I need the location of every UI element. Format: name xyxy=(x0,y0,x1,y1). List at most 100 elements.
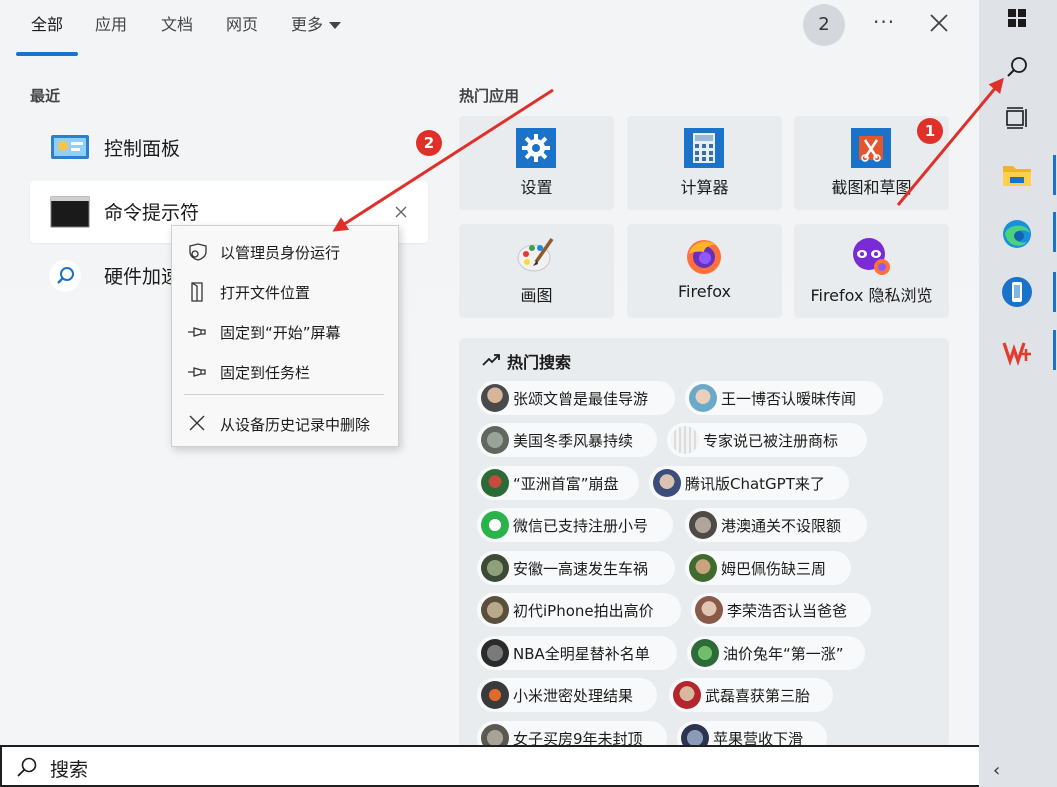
menu-item-open-file-location[interactable]: 打开文件位置 xyxy=(172,274,398,310)
hot-search-item[interactable]: 姆巴佩伤缺三周 xyxy=(685,551,851,585)
trending-icon xyxy=(482,354,500,366)
chevron-down-icon xyxy=(329,22,342,29)
taskbar: ‹ xyxy=(979,0,1057,787)
hot-search-label: 小米泄密处理结果 xyxy=(513,687,634,705)
search-icon xyxy=(49,260,81,292)
hot-search-item[interactable]: NBA全明星替补名单 xyxy=(477,636,677,670)
active-tab-indicator xyxy=(16,52,78,56)
avatar xyxy=(689,384,717,412)
app-tile-label: Firefox xyxy=(678,282,731,301)
hot-search-item[interactable]: 专家说已被注册商标 xyxy=(667,423,867,457)
task-view-icon[interactable] xyxy=(999,100,1035,136)
menu-item-pin-to-start[interactable]: 固定到“开始”屏幕 xyxy=(172,314,398,350)
scope-tabs: 全部 应用 文档 网页 更多 2 ··· xyxy=(0,0,979,56)
recent-heading: 最近 xyxy=(30,87,61,105)
app-tile-label: 计算器 xyxy=(680,178,729,197)
hot-search-item[interactable]: 苹果营收下滑 xyxy=(677,721,827,748)
app-tile-label: 设置 xyxy=(520,178,553,197)
remove-icon[interactable] xyxy=(392,203,410,221)
avatar xyxy=(481,554,509,582)
avatar xyxy=(695,596,723,624)
tab-documents[interactable]: 文档 xyxy=(161,12,193,38)
recent-item-label: 控制面板 xyxy=(104,138,181,160)
app-tile-firefox[interactable]: Firefox xyxy=(627,224,782,318)
search-input[interactable]: 搜索 xyxy=(50,755,88,782)
hot-search-item[interactable]: 王一博否认暧昧传闻 xyxy=(685,381,883,415)
menu-item-remove-from-history[interactable]: 从设备历史记录中删除 xyxy=(172,406,398,442)
phone-link-icon[interactable] xyxy=(999,274,1035,310)
app-tile-paint[interactable]: 画图 xyxy=(459,224,614,318)
annotation-marker-1: 1 xyxy=(917,118,943,144)
avatar xyxy=(689,554,717,582)
menu-item-label: 固定到任务栏 xyxy=(220,364,311,382)
hot-search-item[interactable]: 武磊喜获第三胎 xyxy=(669,678,833,712)
menu-item-label: 固定到“开始”屏幕 xyxy=(220,324,341,342)
hot-search-item[interactable]: 张颂文曾是最佳导游 xyxy=(477,381,675,415)
running-indicator xyxy=(1053,155,1056,195)
chevron-left-icon[interactable]: ‹ xyxy=(993,760,1000,781)
hot-search-label: 初代iPhone拍出高价 xyxy=(513,602,654,620)
wps-icon[interactable] xyxy=(999,334,1035,370)
app-tile-calculator[interactable]: 计算器 xyxy=(627,116,782,210)
firefox-icon xyxy=(687,240,721,274)
hot-search-label: 美国冬季风暴持续 xyxy=(513,432,634,450)
paint-icon xyxy=(517,238,554,272)
avatar xyxy=(689,511,717,539)
hot-search-label: 李荣浩否认当爸爸 xyxy=(727,602,848,620)
avatar xyxy=(481,639,509,667)
menu-item-pin-to-taskbar[interactable]: 固定到任务栏 xyxy=(172,354,398,390)
tab-all[interactable]: 全部 xyxy=(31,12,63,38)
avatar xyxy=(481,469,509,497)
edge-icon[interactable] xyxy=(999,216,1035,252)
hot-search-item[interactable]: 港澳通关不设限额 xyxy=(685,508,867,542)
hot-search-item[interactable]: 微信已支持注册小号 xyxy=(477,508,673,542)
recent-item-label: 命令提示符 xyxy=(104,202,200,224)
hot-search-label: 腾讯版ChatGPT来了 xyxy=(685,475,825,493)
recent-item-control-panel[interactable]: 控制面板 xyxy=(30,117,428,179)
hot-search-item[interactable]: “亚洲首富”崩盘 xyxy=(477,466,639,500)
hot-search-item[interactable]: 油价兔年“第一涨” xyxy=(687,636,865,670)
file-explorer-icon[interactable] xyxy=(999,157,1035,193)
more-options-icon[interactable]: ··· xyxy=(873,10,895,34)
menu-separator xyxy=(184,394,384,395)
tab-more[interactable]: 更多 xyxy=(291,12,342,38)
close-icon[interactable] xyxy=(926,10,952,36)
hot-search-item[interactable]: 初代iPhone拍出高价 xyxy=(477,593,681,627)
avatar xyxy=(481,681,509,709)
app-tile-settings[interactable]: 设置 xyxy=(459,116,614,210)
calculator-icon xyxy=(684,128,724,168)
snip-sketch-icon xyxy=(851,128,891,168)
menu-item-run-as-admin[interactable]: 以管理员身份运行 xyxy=(172,234,398,270)
hot-search-label: 港澳通关不设限额 xyxy=(721,517,842,535)
gear-icon xyxy=(516,128,556,168)
avatar xyxy=(691,639,719,667)
avatar xyxy=(673,681,701,709)
avatar xyxy=(481,384,509,412)
hot-search-label: 油价兔年“第一涨” xyxy=(723,645,844,663)
hot-search-item[interactable]: 美国冬季风暴持续 xyxy=(477,423,657,457)
tab-apps[interactable]: 应用 xyxy=(95,12,127,38)
search-bar[interactable]: 搜索 xyxy=(0,745,979,787)
hot-search-item[interactable]: 小米泄密处理结果 xyxy=(477,678,657,712)
hot-search-item[interactable]: 安徽一高速发生车祸 xyxy=(477,551,675,585)
menu-item-label: 以管理员身份运行 xyxy=(220,244,341,262)
avatar xyxy=(481,596,509,624)
hot-search-item[interactable]: 李荣浩否认当爸爸 xyxy=(691,593,871,627)
hot-search-label: 安徽一高速发生车祸 xyxy=(513,560,649,578)
windows-logo-icon[interactable] xyxy=(999,0,1035,36)
app-tile-firefox-private[interactable]: Firefox 隐私浏览 xyxy=(794,224,949,318)
hot-search-item[interactable]: 腾讯版ChatGPT来了 xyxy=(649,466,849,500)
menu-item-label: 打开文件位置 xyxy=(220,284,311,302)
hot-search-label: 武磊喜获第三胎 xyxy=(705,687,811,705)
search-panel: 全部 应用 文档 网页 更多 2 ··· 最近 控制面板 命令提示符 硬件加速 … xyxy=(0,0,979,787)
tab-more-label: 更多 xyxy=(291,15,324,34)
tab-web[interactable]: 网页 xyxy=(226,12,258,38)
account-badge[interactable]: 2 xyxy=(803,4,845,46)
control-panel-icon xyxy=(51,135,89,159)
hot-search-label: 王一博否认暧昧传闻 xyxy=(721,390,857,408)
close-icon xyxy=(189,415,205,431)
search-icon[interactable] xyxy=(999,50,1035,86)
hot-search-item[interactable]: 女子买房9年未封顶 xyxy=(477,721,667,748)
top-apps-heading: 热门应用 xyxy=(459,87,520,105)
hot-search-label: NBA全明星替补名单 xyxy=(513,645,650,663)
